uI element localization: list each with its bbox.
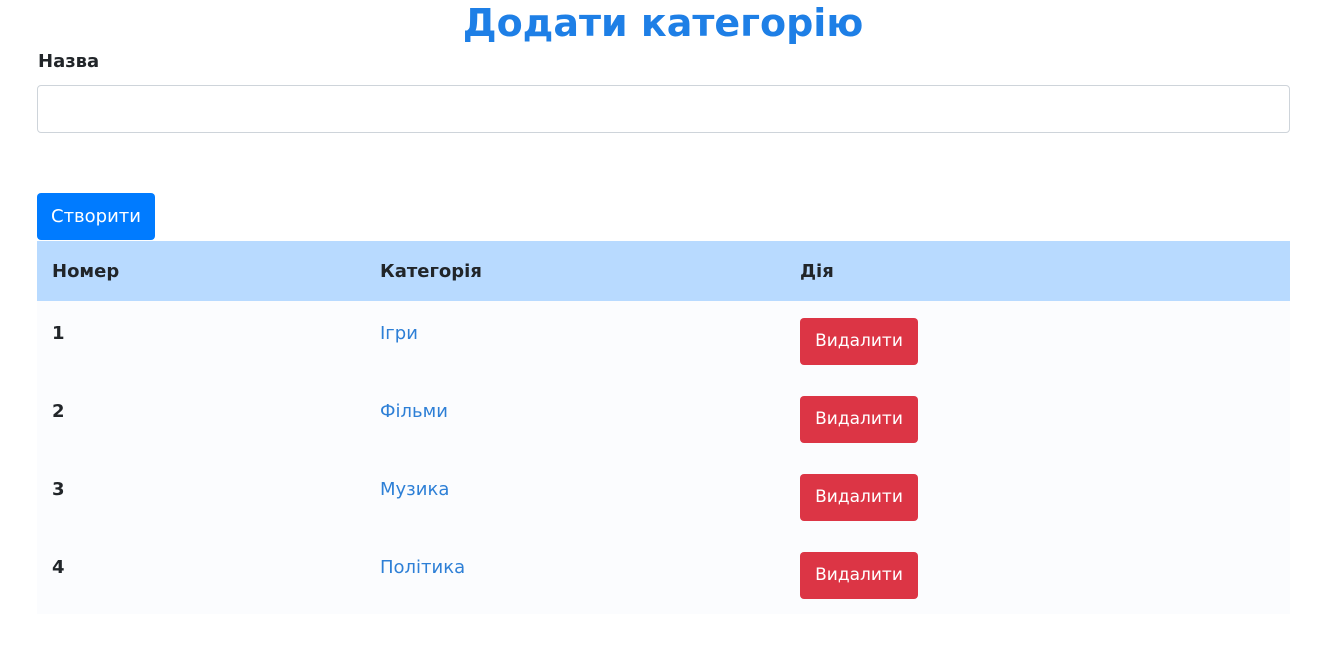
row-number: 4 (52, 557, 65, 578)
header-category: Категорія (380, 261, 482, 282)
table-row: 1 Ігри Видалити (37, 301, 1290, 379)
table-header: Номер Категорія Дія (37, 241, 1290, 301)
name-label: Назва (38, 51, 100, 72)
delete-button[interactable]: Видалити (800, 552, 918, 599)
delete-button[interactable]: Видалити (800, 474, 918, 521)
row-number: 3 (52, 479, 65, 500)
page: Додати категорію Назва Створити Номер Ка… (0, 0, 1331, 667)
table-row: 3 Музика Видалити (37, 457, 1290, 535)
category-link[interactable]: Політика (380, 556, 465, 580)
row-number: 1 (52, 323, 65, 344)
delete-button[interactable]: Видалити (800, 396, 918, 443)
category-link[interactable]: Ігри (380, 322, 418, 346)
page-title: Додати категорію (462, 1, 864, 45)
table-row: 2 Фільми Видалити (37, 379, 1290, 457)
row-number: 2 (52, 401, 65, 422)
category-link[interactable]: Фільми (380, 400, 448, 424)
create-button[interactable]: Створити (37, 193, 155, 240)
category-link[interactable]: Музика (380, 478, 449, 502)
name-input[interactable] (37, 85, 1290, 133)
delete-button[interactable]: Видалити (800, 318, 918, 365)
categories-table: Номер Категорія Дія 1 Ігри Видалити 2 Фі… (37, 241, 1290, 614)
table-row: 4 Політика Видалити (37, 535, 1290, 613)
header-number: Номер (52, 261, 120, 282)
header-action: Дія (800, 261, 834, 282)
